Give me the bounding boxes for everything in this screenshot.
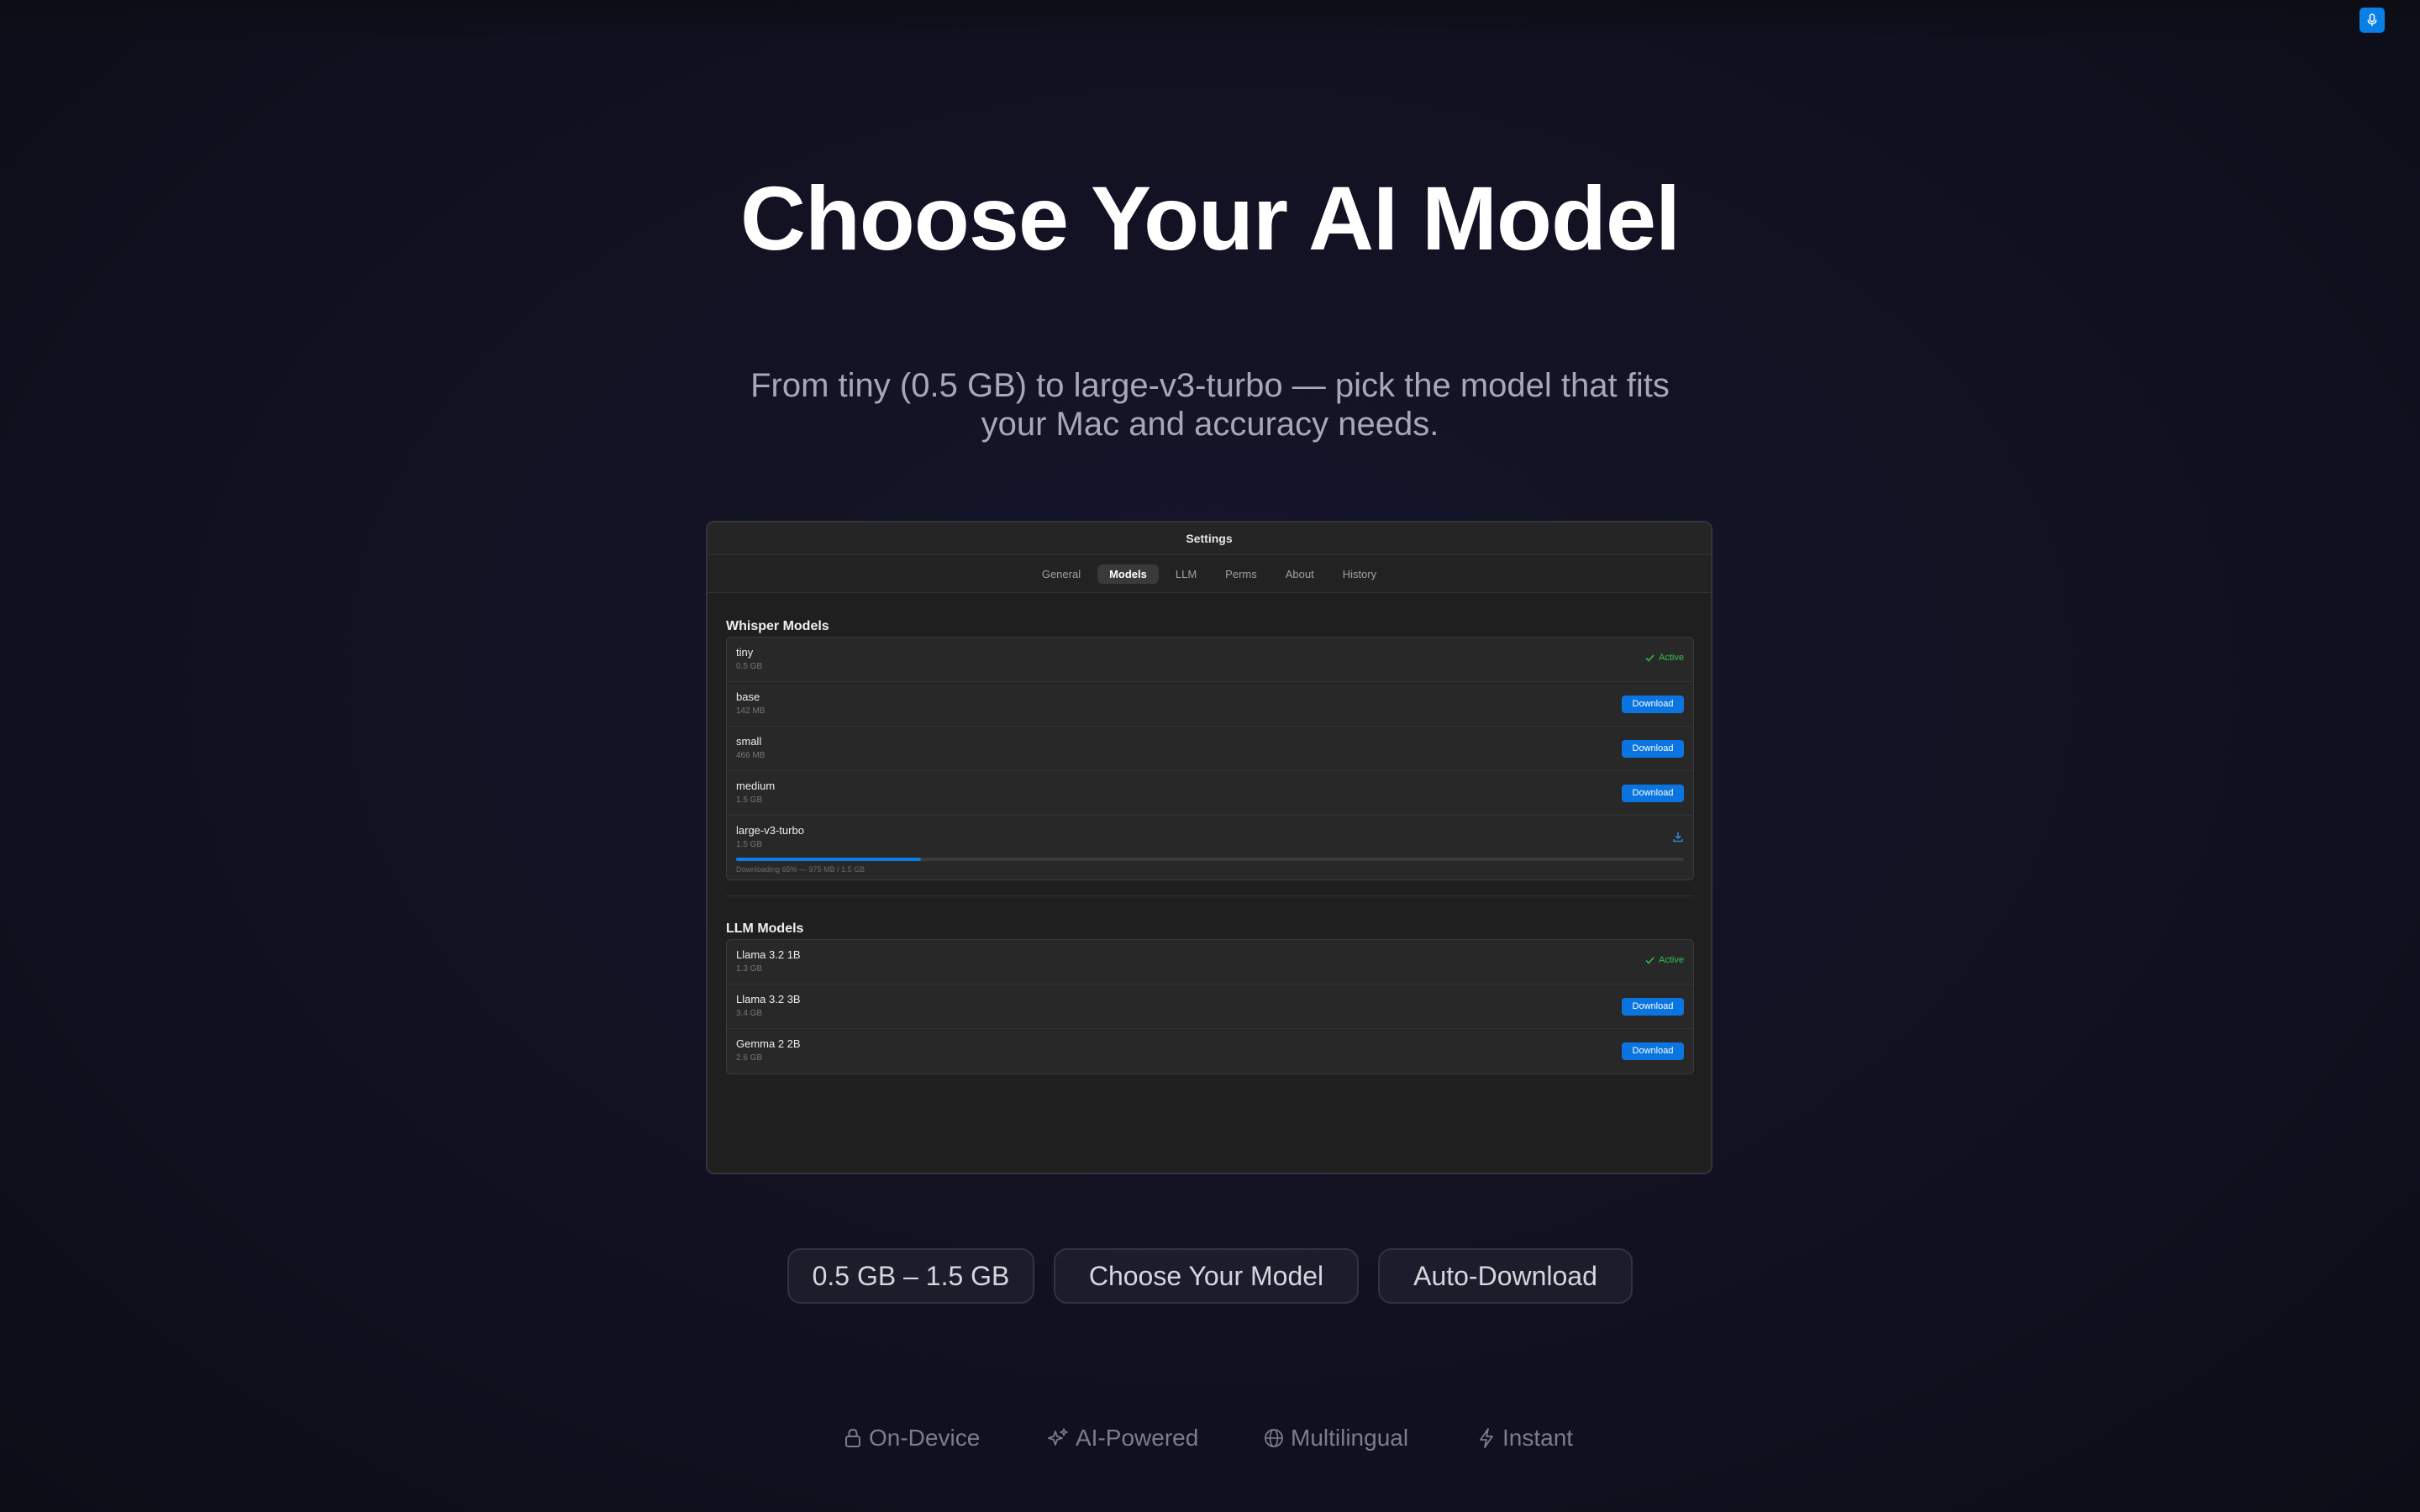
model-size: 3.4 GB bbox=[736, 1009, 763, 1018]
download-button[interactable]: Download bbox=[1622, 696, 1684, 713]
status-badge: Active bbox=[1645, 955, 1684, 965]
download-progress-bar bbox=[736, 858, 1684, 861]
whisper-model-list: tiny 0.5 GB Active base 142 MB Download … bbox=[726, 637, 1694, 880]
page-title: Choose Your AI Model bbox=[739, 167, 1681, 269]
feature-multilingual: Multilingual bbox=[1264, 1425, 1408, 1452]
model-name: base bbox=[736, 690, 760, 703]
auto-download-pill: Auto-Download bbox=[1378, 1248, 1633, 1304]
model-row-llama-1b: Llama 3.2 1B 1.3 GB Active bbox=[727, 940, 1693, 984]
size-range-pill: 0.5 GB – 1.5 GB bbox=[787, 1248, 1034, 1304]
model-name: Llama 3.2 3B bbox=[736, 993, 801, 1005]
model-name: Llama 3.2 1B bbox=[736, 948, 801, 961]
model-size: 142 MB bbox=[736, 706, 765, 716]
top-bar bbox=[0, 0, 2420, 40]
feature-list: On-Device AI-Powered Multilingual Instan… bbox=[0, 1425, 2420, 1458]
model-size: 2.6 GB bbox=[736, 1053, 763, 1063]
model-name: Gemma 2 2B bbox=[736, 1037, 801, 1050]
status-label: Active bbox=[1659, 653, 1684, 663]
sparkles-icon bbox=[1048, 1428, 1068, 1446]
download-icon[interactable] bbox=[1672, 831, 1684, 843]
download-progress-fill bbox=[736, 858, 921, 861]
download-button[interactable]: Download bbox=[1622, 998, 1684, 1016]
model-size: 1.5 GB bbox=[736, 840, 763, 849]
checkmark-icon bbox=[1645, 956, 1655, 964]
model-row-gemma-2b: Gemma 2 2B 2.6 GB Download bbox=[727, 1029, 1693, 1074]
model-size: 466 MB bbox=[736, 751, 765, 760]
feature-label: Multilingual bbox=[1291, 1425, 1409, 1451]
model-name: large-v3-turbo bbox=[736, 824, 804, 837]
feature-instant: Instant bbox=[1477, 1425, 1573, 1452]
model-size: 0.5 GB bbox=[736, 662, 763, 671]
choose-model-pill: Choose Your Model bbox=[1054, 1248, 1359, 1304]
download-button[interactable]: Download bbox=[1622, 785, 1684, 802]
section-divider bbox=[726, 895, 1694, 896]
llm-model-list: Llama 3.2 1B 1.3 GB Active Llama 3.2 3B … bbox=[726, 939, 1694, 1074]
model-row-llama-3b: Llama 3.2 3B 3.4 GB Download bbox=[727, 984, 1693, 1029]
download-progress-text: Downloading 65% — 975 MB / 1.5 GB bbox=[736, 865, 865, 874]
model-row-tiny: tiny 0.5 GB Active bbox=[727, 638, 1693, 682]
download-button[interactable]: Download bbox=[1622, 740, 1684, 758]
tab-about[interactable]: About bbox=[1274, 564, 1326, 584]
model-name: small bbox=[736, 735, 762, 748]
checkmark-icon bbox=[1645, 654, 1655, 662]
feature-label: Instant bbox=[1502, 1425, 1574, 1451]
subtitle-line-1: From tiny (0.5 GB) to large-v3-turbo — p… bbox=[750, 367, 1670, 404]
model-name: medium bbox=[736, 780, 776, 792]
model-size: 1.5 GB bbox=[736, 795, 763, 805]
lock-icon bbox=[845, 1428, 860, 1447]
model-row-large-v3-turbo: large-v3-turbo 1.5 GB Downloading 65% — … bbox=[727, 816, 1693, 879]
window-title: Settings bbox=[708, 522, 1711, 555]
tab-models[interactable]: Models bbox=[1097, 564, 1159, 584]
feature-ai-powered: AI-Powered bbox=[1047, 1425, 1198, 1452]
whisper-section-title: Whisper Models bbox=[726, 619, 829, 633]
model-row-base: base 142 MB Download bbox=[727, 682, 1693, 727]
model-row-small: small 466 MB Download bbox=[727, 727, 1693, 771]
globe-icon bbox=[1265, 1429, 1283, 1447]
tab-bar: General Models LLM Perms About History bbox=[708, 555, 1711, 593]
subtitle-line-2: your Mac and accuracy needs. bbox=[981, 406, 1439, 443]
settings-window: Settings General Models LLM Perms About … bbox=[706, 521, 1712, 1174]
model-name: tiny bbox=[736, 646, 754, 659]
tab-perms[interactable]: Perms bbox=[1213, 564, 1269, 584]
status-label: Active bbox=[1659, 955, 1684, 965]
tab-history[interactable]: History bbox=[1331, 564, 1388, 584]
tab-general[interactable]: General bbox=[1030, 564, 1092, 584]
tab-llm[interactable]: LLM bbox=[1164, 564, 1208, 584]
feature-label: On-Device bbox=[869, 1425, 981, 1451]
feature-label: AI-Powered bbox=[1076, 1425, 1199, 1451]
download-button[interactable]: Download bbox=[1622, 1042, 1684, 1060]
llm-section-title: LLM Models bbox=[726, 921, 804, 936]
microphone-icon bbox=[2367, 13, 2377, 26]
feature-on-device: On-Device bbox=[844, 1425, 980, 1452]
mic-button[interactable] bbox=[2360, 8, 2385, 33]
model-row-medium: medium 1.5 GB Download bbox=[727, 771, 1693, 816]
model-size: 1.3 GB bbox=[736, 964, 763, 974]
status-badge: Active bbox=[1645, 653, 1684, 663]
lightning-icon bbox=[1480, 1428, 1493, 1448]
page-subtitle: From tiny (0.5 GB) to large-v3-turbo — p… bbox=[723, 366, 1697, 444]
